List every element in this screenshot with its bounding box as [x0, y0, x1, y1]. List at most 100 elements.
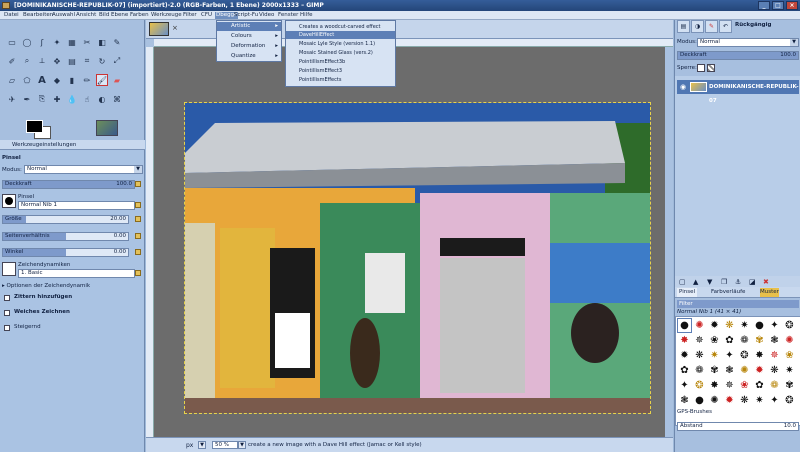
- reset-aspect-icon[interactable]: [135, 233, 141, 239]
- brush-swatch-icon[interactable]: ●: [677, 318, 692, 333]
- brush-swatch-icon[interactable]: ✷: [753, 394, 766, 407]
- brush-spacing-slider[interactable]: Abstand 10.0: [677, 422, 799, 431]
- smooth-checkbox[interactable]: [4, 310, 10, 316]
- zoom-select[interactable]: 50 %: [212, 441, 238, 449]
- reset-angle-icon[interactable]: [135, 249, 141, 255]
- brush-swatch-icon[interactable]: ✹: [678, 349, 691, 362]
- blur-icon[interactable]: 💧: [66, 93, 78, 105]
- brush-swatch-icon[interactable]: ❁: [768, 379, 781, 392]
- brush-swatch-icon[interactable]: ✷: [738, 319, 751, 332]
- edit-dynamics-icon[interactable]: [135, 270, 141, 276]
- blend-icon[interactable]: ▮: [66, 74, 78, 86]
- menu-item-colours[interactable]: Colours ▸: [217, 32, 281, 41]
- menu-script-fu[interactable]: Script-Fu: [234, 12, 258, 19]
- foreground-color-swatch[interactable]: [26, 120, 43, 133]
- photo-image[interactable]: [184, 102, 651, 414]
- brush-swatch-icon[interactable]: ❃: [678, 394, 691, 407]
- menu-ebene[interactable]: Ebene: [111, 12, 128, 19]
- brush-swatch-icon[interactable]: ✾: [753, 334, 766, 347]
- brush-swatch-icon[interactable]: ●: [693, 394, 706, 407]
- delete-layer-icon[interactable]: ✖: [763, 278, 769, 286]
- tab-gradients[interactable]: Farbverläufe: [711, 288, 745, 297]
- brush-swatch-icon[interactable]: ❁: [738, 334, 751, 347]
- menu-item-woodcut[interactable]: Creates a woodcut-carved effect: [286, 23, 395, 31]
- brush-swatch-icon[interactable]: ❀: [783, 349, 796, 362]
- brush-swatch-icon[interactable]: ❋: [738, 394, 751, 407]
- brush-swatch-icon[interactable]: ❃: [723, 364, 736, 377]
- brush-swatch-icon[interactable]: ❋: [723, 319, 736, 332]
- brush-swatch-icon[interactable]: ●: [753, 319, 766, 332]
- airbrush-icon[interactable]: ✈: [6, 93, 18, 105]
- brush-swatch-icon[interactable]: ✦: [723, 349, 736, 362]
- brush-swatch-icon[interactable]: ✺: [738, 364, 751, 377]
- dynamics-options-expander[interactable]: ▸ Optionen der Zeichendynamik: [2, 282, 143, 291]
- brush-swatch-icon[interactable]: ✸: [678, 334, 691, 347]
- eraser-icon[interactable]: ▰: [111, 74, 123, 86]
- menu-datei[interactable]: Datei: [4, 12, 19, 19]
- color-picker-icon[interactable]: ✐: [6, 55, 18, 67]
- brush-swatch-icon[interactable]: ✿: [753, 379, 766, 392]
- brush-swatch-icon[interactable]: ❂: [783, 394, 796, 407]
- dodge-burn-icon[interactable]: ◐: [96, 93, 108, 105]
- reset-size-icon[interactable]: [135, 216, 141, 222]
- menu-item-pointillism-effects[interactable]: PointillismEffects: [286, 76, 395, 84]
- color-select-icon[interactable]: ▦: [66, 36, 78, 48]
- brush-swatch-icon[interactable]: ❀: [708, 334, 721, 347]
- rect-select-icon[interactable]: ▭: [6, 36, 18, 48]
- menu-video[interactable]: Video: [259, 12, 274, 19]
- layer-mode-select[interactable]: Normal ▼: [697, 38, 799, 47]
- scale-icon[interactable]: ⤢: [111, 55, 123, 67]
- brush-swatch-icon[interactable]: ✦: [678, 379, 691, 392]
- menu-bearbeiten[interactable]: Bearbeiten: [23, 12, 53, 19]
- free-select-icon[interactable]: ʃ: [36, 36, 48, 48]
- menu-item-quantize[interactable]: Quantize ▸: [217, 52, 281, 61]
- brush-preview[interactable]: [2, 194, 16, 208]
- scissors-icon[interactable]: ✂: [81, 36, 93, 48]
- menu-filter[interactable]: Filter: [183, 12, 197, 19]
- incremental-checkbox[interactable]: [4, 325, 10, 331]
- brush-swatch-icon[interactable]: ✦: [768, 394, 781, 407]
- brush-swatch-icon[interactable]: ✹: [753, 364, 766, 377]
- minimize-button[interactable]: _: [758, 1, 770, 10]
- layers-tab-icon[interactable]: ▤: [677, 20, 690, 33]
- brush-swatch-icon[interactable]: ✿: [678, 364, 691, 377]
- undo-label[interactable]: Rückgängig: [735, 22, 771, 28]
- mask-layer-icon[interactable]: ◪: [749, 278, 756, 286]
- zoom-dropdown-icon[interactable]: ▼: [238, 441, 246, 449]
- maximize-button[interactable]: □: [772, 1, 784, 10]
- menu-item-pointillism-3b[interactable]: PointillismEffect3b: [286, 58, 395, 66]
- brush-swatch-icon[interactable]: ❂: [738, 349, 751, 362]
- brush-swatch-icon[interactable]: ❂: [693, 379, 706, 392]
- ellipse-select-icon[interactable]: ◯: [21, 36, 33, 48]
- brush-swatch-icon[interactable]: ✦: [768, 319, 781, 332]
- brush-swatch-icon[interactable]: ✾: [708, 364, 721, 377]
- anchor-layer-icon[interactable]: ⚓: [735, 278, 741, 286]
- clone-icon[interactable]: ⎘: [36, 93, 48, 105]
- new-layer-icon[interactable]: ▢: [679, 278, 686, 286]
- tool-options-tab[interactable]: Werkzeugeinstellungen: [0, 140, 145, 150]
- layer-opacity-slider[interactable]: Deckkraft 100.0: [677, 51, 799, 60]
- brush-swatch-icon[interactable]: ✷: [708, 349, 721, 362]
- menu-ansicht[interactable]: Ansicht: [76, 12, 96, 19]
- brush-swatch-icon[interactable]: ❂: [783, 319, 796, 332]
- brush-swatch-icon[interactable]: ✵: [693, 334, 706, 347]
- size-slider[interactable]: Größe 20.00: [2, 215, 129, 224]
- menu-auswahl[interactable]: Auswahl: [52, 12, 75, 19]
- brush-swatch-icon[interactable]: ❋: [768, 364, 781, 377]
- lower-layer-icon[interactable]: ▼: [707, 278, 712, 286]
- fuzzy-select-icon[interactable]: ✦: [51, 36, 63, 48]
- tab-brushes[interactable]: Pinsel: [677, 288, 697, 297]
- close-button[interactable]: ×: [786, 1, 798, 10]
- lock-alpha-icon[interactable]: [707, 64, 715, 72]
- raise-layer-icon[interactable]: ▲: [693, 278, 698, 286]
- align-icon[interactable]: ▤: [66, 55, 78, 67]
- menu-bild[interactable]: Bild: [99, 12, 109, 19]
- mode-select[interactable]: Normal ▼: [24, 165, 143, 174]
- paths-tab-icon[interactable]: ✎: [705, 20, 718, 33]
- menu-item-artistic[interactable]: Artistic ▸: [217, 22, 281, 31]
- jitter-checkbox[interactable]: [4, 295, 10, 301]
- brush-swatch-icon[interactable]: ✺: [693, 319, 706, 332]
- brush-swatch-icon[interactable]: ❋: [693, 349, 706, 362]
- tab-patterns[interactable]: Muster: [760, 288, 779, 297]
- brush-name-field[interactable]: Normal Nib 1: [18, 201, 135, 210]
